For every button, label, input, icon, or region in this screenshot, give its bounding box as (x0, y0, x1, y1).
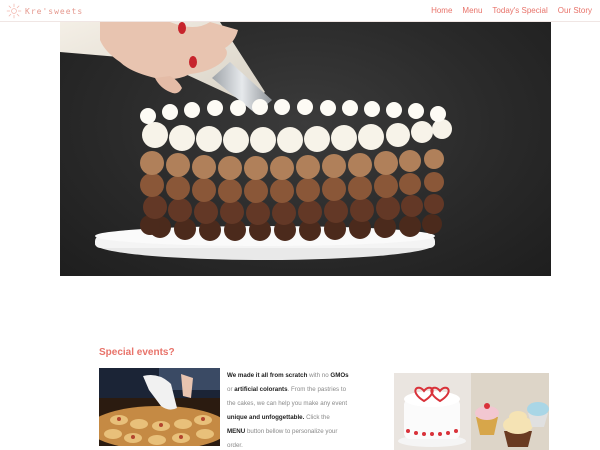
special-events-heading: Special events? (99, 347, 175, 358)
cakes-and-cupcakes-photo (394, 373, 549, 450)
special-events-description: We made it all from scratch with no GMOs… (227, 372, 349, 449)
cake-cupcakes-illustration (394, 373, 549, 450)
ombre-cake-illustration (60, 22, 452, 260)
cake-rows (140, 99, 452, 241)
hero-cake-image (60, 22, 551, 276)
nav-home-link[interactable]: Home (431, 6, 452, 15)
pastries-event-photo (99, 368, 220, 446)
brand-logo[interactable]: Kre'sweets (6, 3, 83, 19)
top-navbar: Kre'sweets Home Menu Today's Special Our… (0, 0, 600, 22)
brand-name: Kre'sweets (25, 6, 84, 16)
nav-menu-link[interactable]: Menu (462, 6, 482, 15)
pastries-tray-illustration (99, 368, 220, 446)
nav-links: Home Menu Today's Special Our Story (431, 6, 592, 15)
nav-todays-special-link[interactable]: Today's Special (492, 6, 547, 15)
sun-logo-icon (6, 3, 22, 19)
nav-our-story-link[interactable]: Our Story (558, 6, 592, 15)
